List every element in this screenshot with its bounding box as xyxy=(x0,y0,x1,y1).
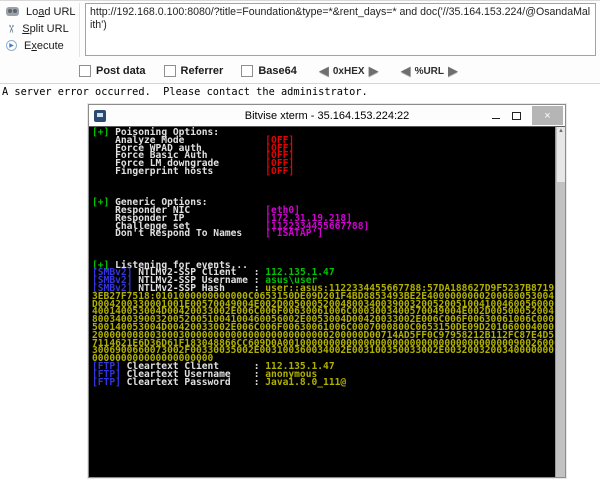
xterm-window: Bitvise xterm - 35.164.153.224:22 × [+] … xyxy=(88,104,566,478)
load-url-label: Load URL xyxy=(26,5,76,18)
xterm-titlebar[interactable]: Bitvise xterm - 35.164.153.224:22 × xyxy=(89,105,565,127)
checkbox-icon[interactable] xyxy=(163,64,176,77)
terminal-output: [+] Poisoning Options: Analyze Mode [OFF… xyxy=(92,127,560,388)
scrollbar-thumb[interactable] xyxy=(557,127,565,182)
scroll-up-arrow-icon[interactable]: ▲ xyxy=(557,128,565,135)
close-button[interactable]: × xyxy=(532,106,563,125)
toolbar-divider xyxy=(0,83,600,84)
base64-label: Base64 xyxy=(258,64,297,77)
terminal-scrollbar[interactable]: ▲ xyxy=(555,127,565,477)
minimize-button[interactable] xyxy=(486,106,506,125)
window-controls: × xyxy=(486,106,563,125)
server-error-message: A server error occurred. Please contact … xyxy=(2,86,368,98)
hex-label: 0xHEX xyxy=(332,66,365,77)
toolbar-buttons-column: Load URL ✂ Split URL ▶ Execute xyxy=(0,3,80,57)
post-data-checkbox[interactable]: Post data xyxy=(79,64,146,77)
load-url-icon xyxy=(6,7,19,16)
split-url-label: Split URL xyxy=(22,22,69,35)
split-url-button[interactable]: ✂ Split URL xyxy=(0,20,79,37)
base64-checkbox[interactable]: Base64 xyxy=(241,64,297,77)
post-data-label: Post data xyxy=(96,64,146,77)
hackbar-toolbar: Load URL ✂ Split URL ▶ Execute http://19… xyxy=(0,0,600,84)
execute-label: Execute xyxy=(24,39,64,52)
options-row: Post data Referrer Base64 ◀ 0xHEX ▶ ◀ %U… xyxy=(0,58,600,83)
maximize-button[interactable] xyxy=(506,106,526,125)
hex-encode-control: ◀ 0xHEX ▶ xyxy=(319,64,379,77)
page: Load URL ✂ Split URL ▶ Execute http://19… xyxy=(0,0,600,481)
terminal-content-area[interactable]: [+] Poisoning Options: Analyze Mode [OFF… xyxy=(89,127,565,477)
url-encode-control: ◀ %URL ▶ xyxy=(401,64,458,77)
load-url-button[interactable]: Load URL xyxy=(0,3,79,20)
minimize-icon xyxy=(492,118,500,119)
referrer-label: Referrer xyxy=(180,64,224,77)
url-label: %URL xyxy=(414,66,445,77)
play-icon: ▶ xyxy=(6,40,17,51)
execute-button[interactable]: ▶ Execute xyxy=(0,37,79,54)
url-input[interactable]: http://192.168.0.100:8080/?title=Foundat… xyxy=(85,3,596,56)
hex-encode-arrow-icon[interactable]: ▶ xyxy=(369,64,379,77)
hex-decode-arrow-icon[interactable]: ◀ xyxy=(319,64,329,77)
checkbox-icon[interactable] xyxy=(241,64,254,77)
url-decode-arrow-icon[interactable]: ◀ xyxy=(401,64,411,77)
maximize-icon xyxy=(511,111,521,120)
checkbox-icon[interactable] xyxy=(79,64,91,77)
referrer-checkbox[interactable]: Referrer xyxy=(163,64,224,77)
url-encode-arrow-icon[interactable]: ▶ xyxy=(448,64,458,77)
scissors-icon: ✂ xyxy=(4,23,17,34)
